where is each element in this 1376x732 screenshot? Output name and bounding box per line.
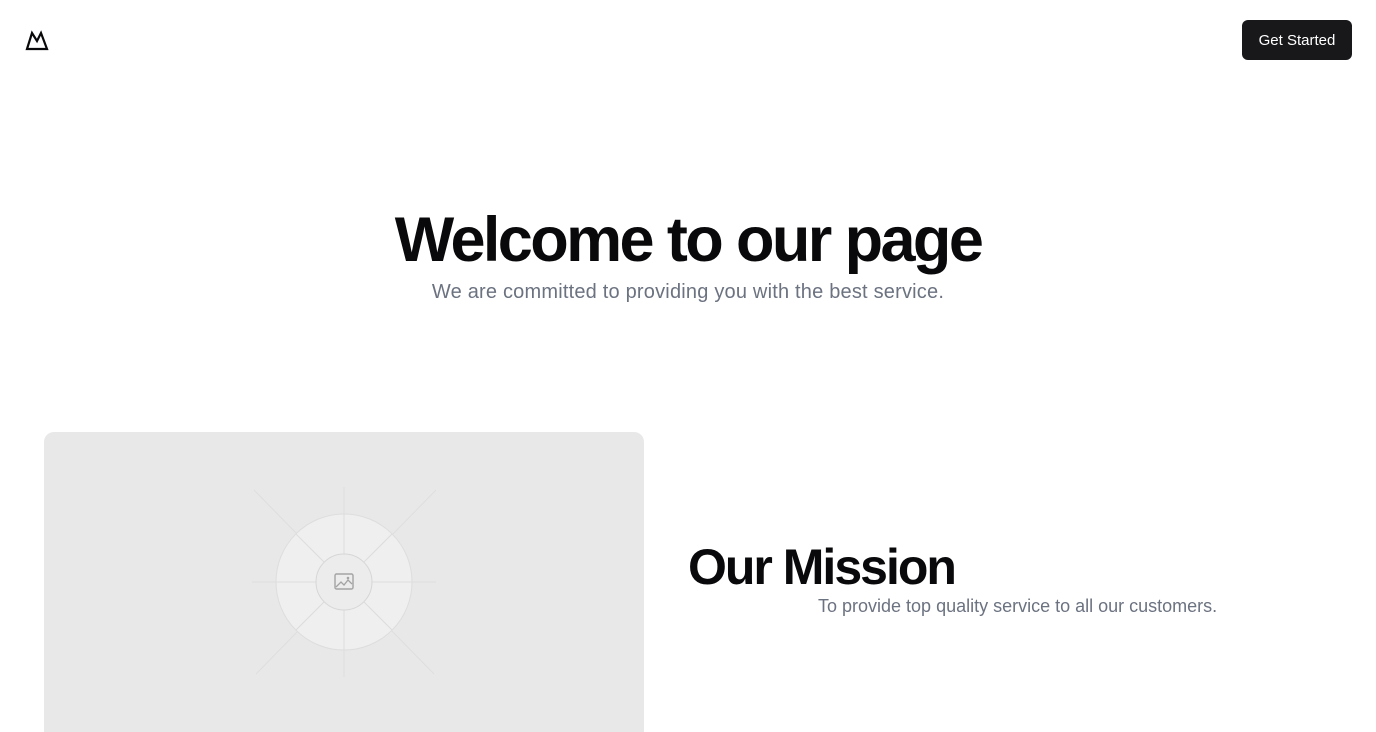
placeholder-graphic [252,487,437,677]
hero-title: Welcome to our page [394,205,984,275]
hero-subtitle: We are committed to providing you with t… [431,281,945,303]
mission-title: Our Mission [688,539,957,595]
get-started-button[interactable]: Get Started [1242,20,1352,60]
mountain-logo-icon[interactable] [24,28,50,52]
hero-section: Welcome to our page We are committed to … [0,205,1376,305]
site-header: Get Started [0,0,1376,80]
mission-description: To provide top quality service to all ou… [818,596,1218,616]
landing-page: Get Started Welcome to our page We are c… [0,0,1376,732]
image-placeholder [44,432,644,732]
